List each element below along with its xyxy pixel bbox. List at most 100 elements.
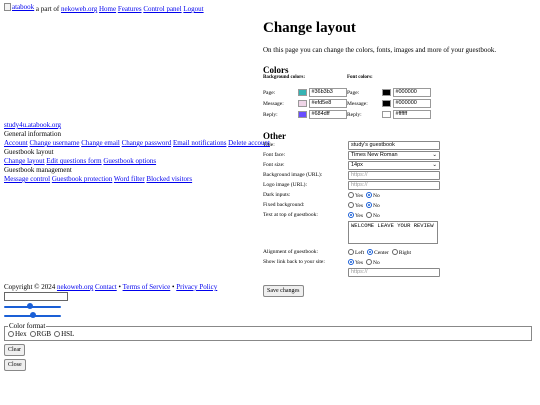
sidebar-item-change-email[interactable]: Change email — [81, 139, 120, 147]
font-page-swatch[interactable] — [381, 89, 392, 96]
slider-thumb[interactable] — [26, 303, 33, 309]
sidebar-item-blocked-visitors[interactable]: Blocked visitors — [146, 175, 192, 183]
font-message-swatch[interactable] — [381, 100, 392, 107]
bg-page-swatch[interactable] — [297, 89, 308, 96]
yes-label: Yes — [355, 213, 364, 219]
align-center-radio[interactable] — [367, 249, 374, 255]
align-left-radio[interactable] — [348, 249, 354, 255]
nav-features-link[interactable]: Features — [118, 5, 142, 13]
section-title: Guestbook layout — [4, 148, 54, 156]
sidebar-item-edit-questions-form[interactable]: Edit questions form — [46, 157, 101, 165]
text-top-yes-radio[interactable] — [348, 212, 354, 218]
dark-inputs-no-radio[interactable] — [366, 192, 373, 198]
font-face-label: Font face: — [263, 152, 286, 158]
logo-image-input[interactable]: https:// — [348, 181, 440, 190]
show-link-yes-radio[interactable] — [348, 259, 354, 265]
yes-label: Yes — [355, 203, 364, 209]
show-link-no-radio[interactable] — [366, 259, 373, 265]
other-heading: Other — [263, 131, 286, 141]
text-top-textarea[interactable]: WELCOME LEAVE YOUR REVIEW — [348, 221, 438, 244]
bg-image-label: Background image (URL): — [263, 172, 323, 178]
sidebar-item-message-control[interactable]: Message control — [4, 175, 50, 183]
font-face-value: Times New Roman — [351, 152, 398, 158]
font-reply-input[interactable]: #ffffff — [393, 110, 431, 119]
sidebar: study4u.atabook.org General information … — [4, 121, 270, 184]
sidebar-item-word-filter[interactable]: Word filter — [114, 175, 145, 183]
link-url-input[interactable]: https:// — [348, 268, 440, 277]
font-page-input[interactable]: #000000 — [393, 88, 431, 97]
sidebar-item-change-username[interactable]: Change username — [29, 139, 79, 147]
bg-reply-input[interactable]: #684dff — [309, 110, 347, 119]
sidebar-item-change-layout[interactable]: Change layout — [4, 157, 45, 165]
clear-button[interactable]: Clear — [4, 344, 25, 356]
background-colors-heading: Background colors: — [263, 75, 305, 80]
intro-text: On this page you can change the colors, … — [263, 46, 497, 54]
nav-control-panel-link[interactable]: Control panel — [143, 5, 181, 13]
title-label: Title: — [263, 142, 275, 148]
format-hsl-label: HSL — [61, 330, 75, 338]
yes-label: Yes — [355, 260, 364, 266]
font-face-select[interactable]: Times New Roman ⌄ — [348, 151, 440, 160]
font-size-row: Font size: 14px ⌄ — [263, 161, 535, 171]
nekoweb-link[interactable]: nekoweb.org — [61, 5, 97, 13]
logo-image-row: Logo image (URL): https:// — [263, 181, 535, 191]
nav-logout-link[interactable]: Logout — [183, 5, 203, 13]
main-content: Change layout On this page you can chang… — [263, 20, 535, 297]
atabook-logo-link[interactable]: atabook — [4, 3, 34, 11]
sidebar-item-guestbook-protection[interactable]: Guestbook protection — [52, 175, 112, 183]
bg-message-swatch[interactable] — [297, 100, 308, 107]
dark-inputs-yes-radio[interactable] — [348, 192, 354, 198]
colors-heading: Colors — [263, 65, 289, 75]
sidebar-item-email-notifications[interactable]: Email notifications — [173, 139, 226, 147]
font-reply-label: Reply: — [347, 111, 362, 118]
bg-page-label: Page: — [263, 89, 276, 96]
color-picker-input[interactable] — [4, 292, 68, 301]
no-label: No — [373, 260, 380, 266]
top-navigation: atabook a part of nekoweb.org Home Featu… — [4, 3, 204, 13]
close-button[interactable]: Close — [4, 359, 26, 371]
broken-image-icon — [4, 3, 11, 11]
site-link[interactable]: study4u.atabook.org — [4, 121, 61, 129]
bg-page-row: Page: #36b3b3 — [263, 87, 347, 98]
fixed-bg-label: Fixed background: — [263, 202, 305, 208]
text-top-no-radio[interactable] — [366, 212, 373, 218]
bg-message-label: Message: — [263, 100, 284, 107]
part-of-text: a part of — [34, 5, 61, 13]
font-colors-heading: Font colors: — [347, 75, 373, 80]
title-row: Title: study's guestbook — [263, 141, 535, 151]
sidebar-item-account[interactable]: Account — [4, 139, 28, 147]
bg-page-input[interactable]: #36b3b3 — [309, 88, 347, 97]
text-top-label: Text at top of guestbook: — [263, 212, 318, 218]
bg-message-row: Message: #efd5e8 — [263, 98, 347, 109]
color-slider-1[interactable] — [4, 303, 61, 310]
bg-image-row: Background image (URL): https:// — [263, 171, 535, 181]
title-input[interactable]: study's guestbook — [348, 141, 440, 150]
fixed-bg-row: Fixed background: Yes No — [263, 201, 535, 211]
bg-message-input[interactable]: #efd5e8 — [309, 99, 347, 108]
footer-contact-link[interactable]: Contact — [95, 283, 117, 291]
fixed-bg-no-radio[interactable] — [366, 202, 373, 208]
copyright-text: Copyright © 2024 — [4, 283, 57, 291]
font-message-input[interactable]: #000000 — [393, 99, 431, 108]
font-reply-swatch[interactable] — [381, 111, 392, 118]
color-slider-2[interactable] — [4, 312, 61, 319]
footer-nekoweb-link[interactable]: nekoweb.org — [57, 283, 93, 291]
align-right-radio[interactable] — [391, 249, 398, 255]
format-rgb-radio[interactable] — [29, 331, 36, 337]
font-size-label: Font size: — [263, 162, 285, 168]
other-section: Other Title: study's guestbook Font face… — [263, 132, 535, 297]
section-title: Guestbook management — [4, 166, 72, 174]
sidebar-item-change-password[interactable]: Change password — [122, 139, 172, 147]
footer-terms-link[interactable]: Terms of Service — [123, 283, 171, 291]
footer-privacy-link[interactable]: Privacy Policy — [176, 283, 217, 291]
nav-home-link[interactable]: Home — [99, 5, 116, 13]
format-hsl-radio[interactable] — [54, 331, 61, 337]
font-size-select[interactable]: 14px ⌄ — [348, 161, 440, 170]
fixed-bg-yes-radio[interactable] — [348, 202, 354, 208]
format-hex-radio[interactable] — [8, 331, 14, 337]
slider-thumb[interactable] — [29, 312, 36, 318]
bg-reply-swatch[interactable] — [297, 111, 308, 118]
bg-image-input[interactable]: https:// — [348, 171, 440, 180]
show-link-label: Show link back to your site: — [263, 259, 325, 265]
sidebar-item-guestbook-options[interactable]: Guestbook options — [103, 157, 156, 165]
